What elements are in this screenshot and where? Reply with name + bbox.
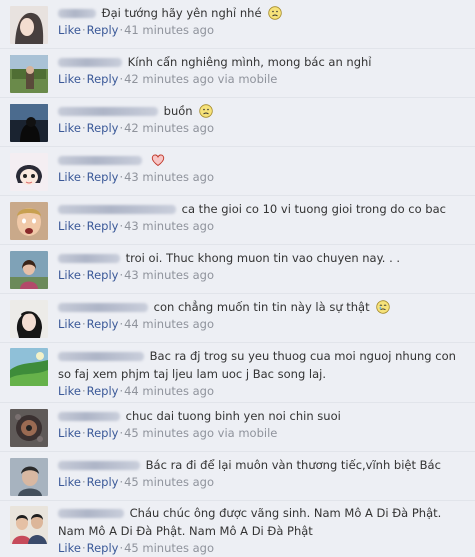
heart-emoji-icon <box>151 153 165 167</box>
author-name[interactable] <box>58 461 140 470</box>
via-mobile[interactable]: via mobile <box>218 426 278 440</box>
like-link[interactable]: Like <box>58 541 81 555</box>
reply-link[interactable]: Reply <box>87 384 119 398</box>
reply-link[interactable]: Reply <box>87 268 119 282</box>
like-link[interactable]: Like <box>58 384 81 398</box>
reply-link[interactable]: Reply <box>87 170 119 184</box>
reply-link[interactable]: Reply <box>87 121 119 135</box>
comment: Like·Reply·43 minutes ago <box>0 146 475 195</box>
comment-text: buồn <box>163 104 193 118</box>
like-link[interactable]: Like <box>58 317 81 331</box>
timestamp[interactable]: 45 minutes ago <box>124 426 214 440</box>
comment-text: con chẳng muốn tin tin này là sự thật <box>153 300 370 314</box>
comment: Cháu chúc ông được vãng sinh. Nam Mô A D… <box>0 500 475 557</box>
reply-link[interactable]: Reply <box>87 23 119 37</box>
reply-link[interactable]: Reply <box>87 219 119 233</box>
avatar[interactable] <box>10 458 48 496</box>
comment: troi oi. Thuc khong muon tin vao chuyen … <box>0 244 475 293</box>
reply-link[interactable]: Reply <box>87 317 119 331</box>
reply-link[interactable]: Reply <box>87 72 119 86</box>
avatar[interactable] <box>10 409 48 447</box>
timestamp[interactable]: 43 minutes ago <box>124 170 214 184</box>
avatar[interactable] <box>10 6 48 44</box>
avatar[interactable] <box>10 55 48 93</box>
comment-text: Bác ra đi để lại muôn vàn thương tiếc,vĩ… <box>145 458 441 472</box>
author-name[interactable] <box>58 58 122 67</box>
comment: Đại tướng hãy yên nghỉ nhé Like·Reply·41… <box>0 0 475 48</box>
comment: buồn Like·Reply·42 minutes ago <box>0 97 475 146</box>
comment-text: troi oi. Thuc khong muon tin vao chuyen … <box>125 251 401 265</box>
like-link[interactable]: Like <box>58 72 81 86</box>
author-name[interactable] <box>58 107 158 116</box>
author-name[interactable] <box>58 352 144 361</box>
timestamp[interactable]: 42 minutes ago <box>124 72 214 86</box>
timestamp[interactable]: 43 minutes ago <box>124 268 214 282</box>
frown-emoji-icon <box>268 6 282 20</box>
timestamp[interactable]: 45 minutes ago <box>124 541 214 555</box>
like-link[interactable]: Like <box>58 121 81 135</box>
comment: Bac ra đj trog su yeu thuog cua moi nguo… <box>0 342 475 402</box>
like-link[interactable]: Like <box>58 23 81 37</box>
comment: ca the gioi co 10 vi tuong gioi trong do… <box>0 195 475 244</box>
via-mobile[interactable]: via mobile <box>218 72 278 86</box>
comment: con chẳng muốn tin tin này là sự thật Li… <box>0 293 475 342</box>
timestamp[interactable]: 42 minutes ago <box>124 121 214 135</box>
author-name[interactable] <box>58 303 148 312</box>
comment: chuc dai tuong binh yen noi chin suoi Li… <box>0 402 475 451</box>
author-name[interactable] <box>58 9 96 18</box>
comment-text: Đại tướng hãy yên nghỉ nhé <box>101 6 262 20</box>
avatar[interactable] <box>10 202 48 240</box>
avatar[interactable] <box>10 300 48 338</box>
comment-text: ca the gioi co 10 vi tuong gioi trong do… <box>181 202 446 216</box>
comment-text: Kính cẩn nghiêng mình, mong bác an nghỉ <box>127 55 372 69</box>
timestamp[interactable]: 44 minutes ago <box>124 384 214 398</box>
comment: Bác ra đi để lại muôn vàn thương tiếc,vĩ… <box>0 451 475 500</box>
comment: Kính cẩn nghiêng mình, mong bác an nghỉ … <box>0 48 475 97</box>
like-link[interactable]: Like <box>58 475 81 489</box>
timestamp[interactable]: 44 minutes ago <box>124 317 214 331</box>
timestamp[interactable]: 43 minutes ago <box>124 219 214 233</box>
reply-link[interactable]: Reply <box>87 475 119 489</box>
avatar[interactable] <box>10 251 48 289</box>
timestamp[interactable]: 41 minutes ago <box>124 23 214 37</box>
reply-link[interactable]: Reply <box>87 541 119 555</box>
reply-link[interactable]: Reply <box>87 426 119 440</box>
avatar[interactable] <box>10 153 48 191</box>
avatar[interactable] <box>10 104 48 142</box>
frown-emoji-icon <box>199 104 213 118</box>
timestamp[interactable]: 45 minutes ago <box>124 475 214 489</box>
comment-text: chuc dai tuong binh yen noi chin suoi <box>125 409 341 423</box>
like-link[interactable]: Like <box>58 268 81 282</box>
like-link[interactable]: Like <box>58 426 81 440</box>
author-name[interactable] <box>58 156 142 165</box>
like-link[interactable]: Like <box>58 219 81 233</box>
author-name[interactable] <box>58 254 120 263</box>
like-link[interactable]: Like <box>58 170 81 184</box>
cry-emoji-icon <box>376 300 390 314</box>
avatar[interactable] <box>10 506 48 544</box>
author-name[interactable] <box>58 205 176 214</box>
comment-list: Đại tướng hãy yên nghỉ nhé Like·Reply·41… <box>0 0 475 557</box>
author-name[interactable] <box>58 412 120 421</box>
avatar[interactable] <box>10 348 48 386</box>
author-name[interactable] <box>58 509 124 518</box>
